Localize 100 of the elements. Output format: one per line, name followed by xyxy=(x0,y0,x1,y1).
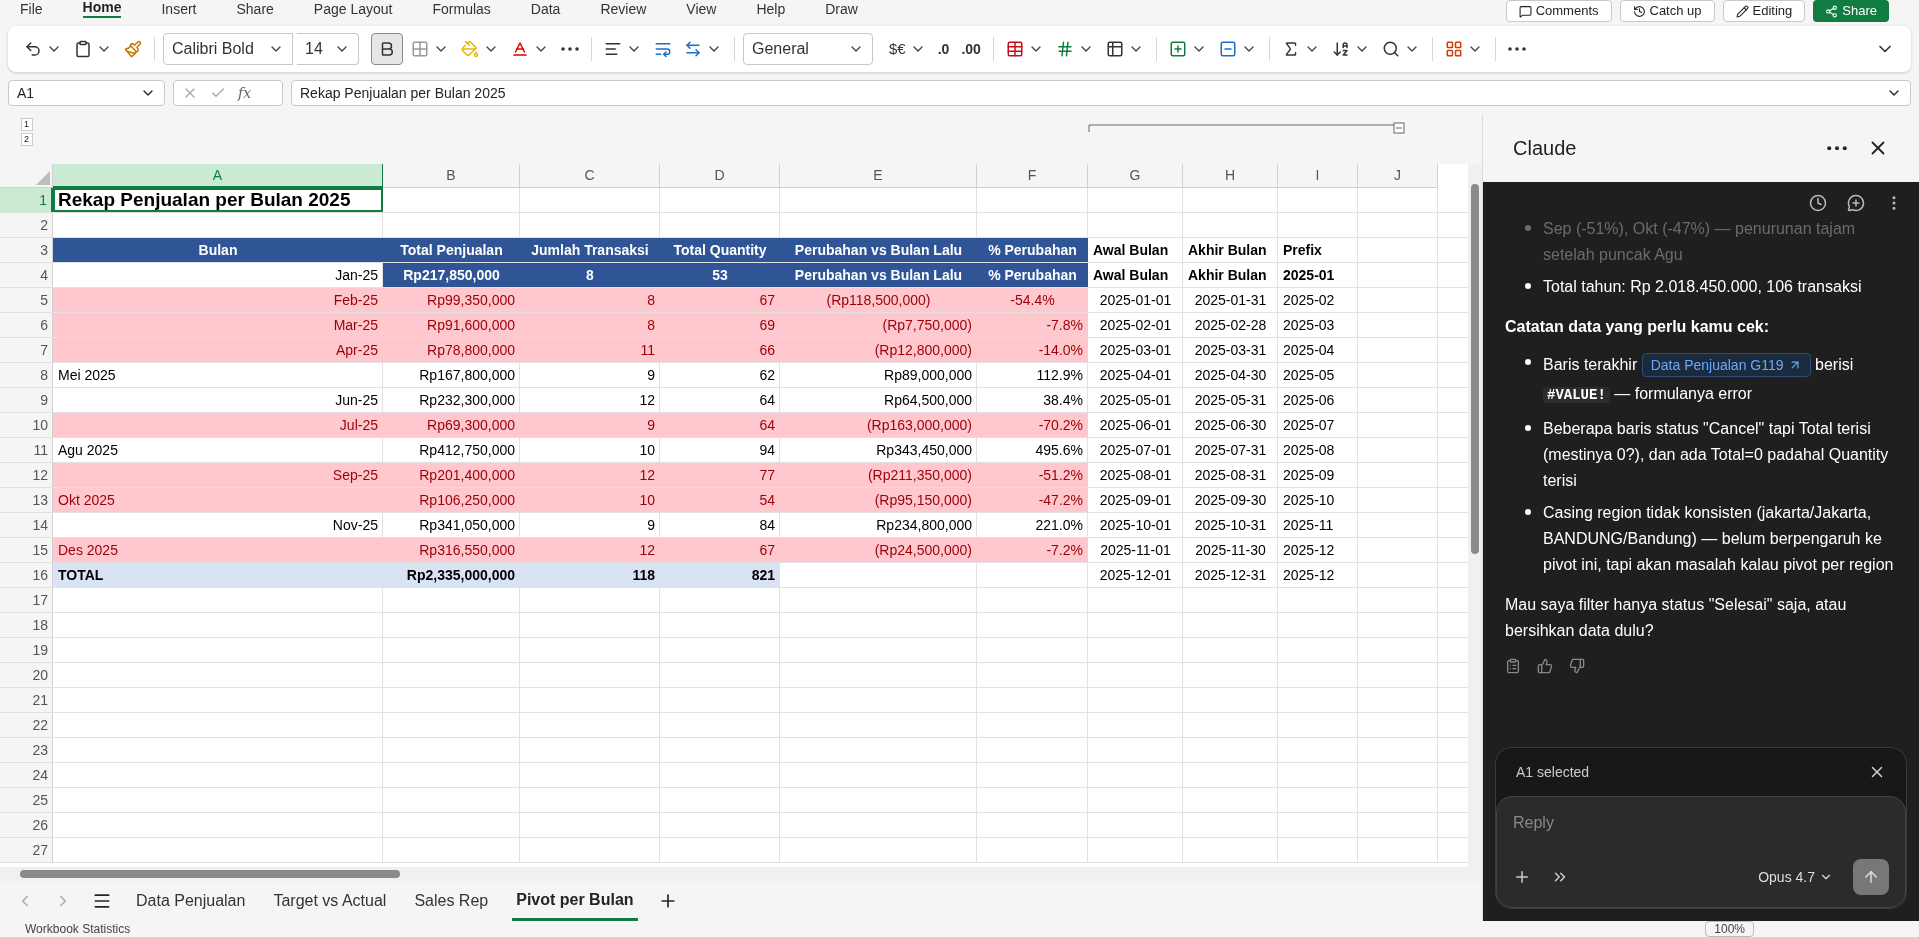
row-header[interactable]: 11 xyxy=(0,438,53,462)
table-cell-text: 2025-01 xyxy=(1282,265,1336,285)
new-chat-icon[interactable] xyxy=(1847,194,1865,212)
name-box[interactable]: A1 xyxy=(8,80,165,106)
outline-level-button[interactable]: 1 xyxy=(20,118,33,131)
sheet-tab[interactable]: Target vs Actual xyxy=(269,881,391,921)
table-cell-text: 2025-05-31 xyxy=(1193,390,1268,410)
column-header[interactable]: I xyxy=(1278,164,1358,188)
row-header[interactable]: 25 xyxy=(0,788,53,812)
ribbon-tab[interactable]: Formulas xyxy=(432,1,491,18)
font-dropdown[interactable]: Calibri Bold xyxy=(163,33,293,65)
row-header[interactable]: 20 xyxy=(0,663,53,687)
row-header[interactable]: 17 xyxy=(0,588,53,612)
zoom-dropdown[interactable]: 100% xyxy=(1705,921,1754,937)
row-header[interactable]: 4 xyxy=(0,263,53,287)
horizontal-scrollbar[interactable] xyxy=(0,867,1482,881)
table-cell: -47.2% xyxy=(977,488,1088,512)
formula-field[interactable]: Rekap Penjualan per Bulan 2025 xyxy=(291,80,1911,106)
row-header[interactable]: 26 xyxy=(0,813,53,837)
ribbon-tab[interactable]: Insert xyxy=(161,1,197,18)
row-header[interactable]: 6 xyxy=(0,313,53,337)
ribbon-tab[interactable]: Help xyxy=(756,1,786,18)
message-text: Total tahun: Rp 2.018.450.000, 106 transaksi xyxy=(1543,277,1862,297)
table-cell-text: 2025-11 xyxy=(1282,515,1335,535)
row-header[interactable]: 9 xyxy=(0,388,53,412)
catch-up-button[interactable]: Catch up xyxy=(1619,0,1715,22)
row-header[interactable]: 22 xyxy=(0,713,53,737)
send-button[interactable] xyxy=(1853,859,1889,895)
table-cell: TOTAL xyxy=(53,563,383,587)
ribbon-tab[interactable]: File xyxy=(20,1,43,18)
add-icon[interactable] xyxy=(1513,868,1531,886)
vertical-scrollbar[interactable] xyxy=(1468,164,1482,867)
column-header[interactable]: J xyxy=(1358,164,1438,188)
column-header[interactable]: A xyxy=(53,164,383,188)
row-header[interactable]: 24 xyxy=(0,763,53,787)
column-header[interactable]: B xyxy=(383,164,520,188)
row-header[interactable]: 16 xyxy=(0,563,53,587)
table-cell-text: 2025-07-31 xyxy=(1193,440,1268,460)
row-header[interactable]: 10 xyxy=(0,413,53,437)
history-icon[interactable] xyxy=(1809,194,1827,212)
row-header[interactable]: 18 xyxy=(0,613,53,637)
row-header[interactable]: 13 xyxy=(0,488,53,512)
menu-icon[interactable] xyxy=(92,891,112,911)
column-header[interactable]: C xyxy=(520,164,660,188)
row-header[interactable]: 2 xyxy=(0,213,53,237)
thumbs-up-icon[interactable] xyxy=(1537,658,1553,674)
reply-field[interactable]: Reply xyxy=(1513,809,1889,837)
font-size-dropdown[interactable]: 14 xyxy=(297,33,359,65)
table-cell: 11 xyxy=(520,338,660,362)
column-header[interactable]: E xyxy=(780,164,977,188)
bold-button[interactable] xyxy=(371,33,403,65)
row-header[interactable]: 7 xyxy=(0,338,53,362)
row-header[interactable]: 23 xyxy=(0,738,53,762)
row-header[interactable]: 5 xyxy=(0,288,53,312)
row-header[interactable]: 8 xyxy=(0,363,53,387)
outline-level-button[interactable]: 2 xyxy=(20,133,33,146)
row-header[interactable]: 12 xyxy=(0,463,53,487)
ribbon-tab[interactable]: Home xyxy=(82,0,122,18)
bullet-icon xyxy=(1525,283,1531,289)
row-header[interactable]: 1 xyxy=(0,188,53,212)
status-text[interactable]: Workbook Statistics xyxy=(25,920,1706,937)
ribbon-tab[interactable]: Share xyxy=(236,1,274,18)
table-cell: Apr-25 xyxy=(53,338,383,362)
row-header[interactable]: 15 xyxy=(0,538,53,562)
row-header[interactable]: 27 xyxy=(0,838,53,862)
column-header[interactable]: H xyxy=(1183,164,1278,188)
ribbon-tab[interactable]: View xyxy=(686,1,717,18)
sort-icon xyxy=(1331,40,1350,58)
sheet-tab[interactable]: Sales Rep xyxy=(410,881,493,921)
row-header[interactable]: 14 xyxy=(0,513,53,537)
currency-button[interactable]: $€ xyxy=(885,33,930,65)
table-cell-text: 2025-05 xyxy=(1282,365,1336,385)
column-header[interactable]: D xyxy=(660,164,780,188)
row-header[interactable]: 3 xyxy=(0,238,53,262)
thumbs-down-icon[interactable] xyxy=(1569,658,1585,674)
row-header[interactable]: 19 xyxy=(0,638,53,662)
comments-button[interactable]: Comments xyxy=(1505,0,1612,22)
table-cell-text: 2025-06-30 xyxy=(1193,415,1268,435)
column-header[interactable]: G xyxy=(1088,164,1183,188)
copy-icon[interactable] xyxy=(1505,658,1521,674)
increase-decimal-button[interactable]: .00 xyxy=(957,33,985,65)
editing-button[interactable]: Editing xyxy=(1722,0,1806,22)
insert-icon xyxy=(1168,40,1187,58)
ribbon-tab[interactable]: Page Layout xyxy=(313,1,393,18)
sheet-tab[interactable]: Data Penjualan xyxy=(132,881,250,921)
ribbon-tab[interactable]: Data xyxy=(530,1,561,18)
model-selector[interactable]: Opus 4.7 xyxy=(1758,866,1833,888)
ribbon-tab[interactable]: Draw xyxy=(825,1,858,18)
insert-function-button[interactable]: fx xyxy=(238,82,252,104)
number-format-dropdown[interactable]: General xyxy=(743,33,873,65)
share-button[interactable]: Share xyxy=(1813,0,1889,22)
table-cell-text: Rp412,750,000 xyxy=(418,440,516,460)
row-header[interactable]: 21 xyxy=(0,688,53,712)
table-cell: 54 xyxy=(660,488,780,512)
cell-reference-link[interactable]: Data Penjualan G119 xyxy=(1641,353,1811,377)
ribbon-tab[interactable]: Review xyxy=(600,1,647,18)
header-cell: Total Quantity xyxy=(660,238,780,262)
table-cell: 12 xyxy=(520,538,660,562)
decrease-decimal-button[interactable]: .0 xyxy=(933,33,954,65)
column-header[interactable]: F xyxy=(977,164,1088,188)
